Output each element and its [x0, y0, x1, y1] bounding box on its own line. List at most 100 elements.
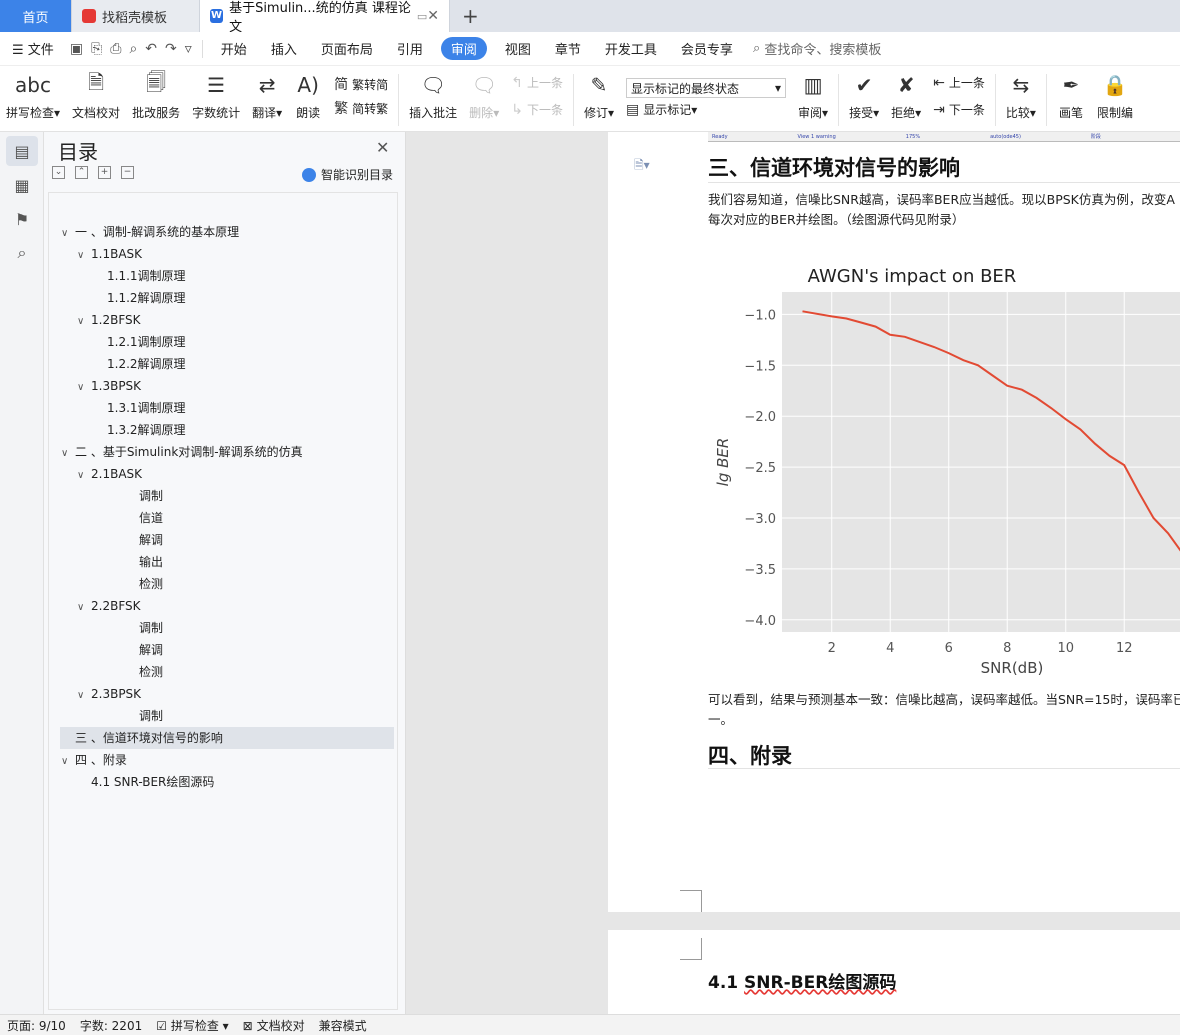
- menu-developer[interactable]: 开发工具: [593, 39, 669, 58]
- toc-item[interactable]: 1.1.1调制原理: [107, 265, 186, 287]
- collapse-all-icon[interactable]: ⌃: [75, 166, 88, 179]
- prev-comment-button[interactable]: ↰ 上一条: [511, 74, 563, 91]
- new-tab-button[interactable]: +: [450, 0, 491, 32]
- read-aloud-button[interactable]: A) 朗读: [288, 70, 328, 121]
- toc-item[interactable]: 信道: [139, 507, 163, 529]
- simp-to-trad-button[interactable]: 繁简转繁: [334, 98, 388, 118]
- command-search[interactable]: ⌕ 查找命令、搜索模板: [753, 39, 881, 58]
- toc-item[interactable]: ∨ 2.2BFSK: [77, 595, 141, 617]
- spell-check-button[interactable]: abc 拼写检查▾: [0, 70, 66, 121]
- next-comment-button[interactable]: ↳ 下一条: [511, 101, 563, 118]
- menu-chapter[interactable]: 章节: [543, 39, 593, 58]
- strip-text: 175%: [905, 133, 921, 140]
- customize-quick-access-icon[interactable]: ▿: [181, 41, 196, 57]
- close-tab-icon[interactable]: ✕: [427, 8, 439, 24]
- menu-page-layout[interactable]: 页面布局: [309, 39, 385, 58]
- menu-home[interactable]: 开始: [209, 39, 259, 58]
- translate-icon: ⇄: [258, 73, 276, 97]
- toc-item[interactable]: ∨ 1.1BASK: [77, 243, 142, 265]
- search-icon[interactable]: ⌕: [6, 238, 38, 268]
- toc-item[interactable]: 调制: [139, 617, 163, 639]
- toc-item-label: 2.2BFSK: [91, 599, 141, 613]
- toc-item[interactable]: 调制: [139, 705, 163, 727]
- restrict-editing-button[interactable]: 🔒 限制编: [1091, 70, 1139, 121]
- next-change-button[interactable]: ⇥ 下一条: [933, 101, 985, 118]
- menu-bar: ☰ 文件 ▣ ⎘ ⎙ ⌕ ↶ ↷ ▿ 开始 插入 页面布局 引用 审阅 视图 章…: [0, 32, 1180, 66]
- accept-button[interactable]: ✔ 接受▾: [843, 70, 885, 121]
- toc-item[interactable]: 检测: [139, 573, 163, 595]
- toc-item[interactable]: ∨ 二 、基于Simulink对调制-解调系统的仿真: [61, 441, 303, 463]
- expand-all-icon[interactable]: ⌄: [52, 166, 65, 179]
- tab-docer-templates[interactable]: 找稻壳模板: [72, 0, 200, 32]
- save-icon[interactable]: ▣: [66, 41, 87, 57]
- add-heading-icon[interactable]: +: [98, 166, 111, 179]
- menu-member[interactable]: 会员专享: [669, 39, 745, 58]
- toc-item[interactable]: 1.3.2解调原理: [107, 419, 186, 441]
- menu-references[interactable]: 引用: [385, 39, 435, 58]
- toc-item[interactable]: ∨ 2.1BASK: [77, 463, 142, 485]
- menu-insert[interactable]: 插入: [259, 39, 309, 58]
- toc-item[interactable]: 1.3.1调制原理: [107, 397, 186, 419]
- toc-item[interactable]: 调制: [139, 485, 163, 507]
- toc-item-label: 1.2BFSK: [91, 313, 141, 327]
- doc-check-button[interactable]: 🗎 文档校对: [66, 70, 126, 121]
- toc-item[interactable]: 输出: [139, 551, 163, 573]
- word-count-button[interactable]: ☰ 字数统计: [186, 70, 246, 121]
- toc-item[interactable]: 1.2.2解调原理: [107, 353, 186, 375]
- doc-check-status[interactable]: ⊠ 文档校对: [236, 1017, 312, 1034]
- y-axis-label: lg BER: [714, 438, 732, 487]
- toc-nav-icon[interactable]: ▤: [6, 136, 38, 166]
- window-mode-icon[interactable]: ▭: [417, 10, 427, 23]
- toc-item[interactable]: ∨ 2.3BPSK: [77, 683, 141, 705]
- document-canvas[interactable]: Ready View 1 warning 175% auto(ode45) 阶段…: [406, 132, 1180, 1014]
- translate-button[interactable]: ⇄ 翻译▾: [246, 70, 288, 121]
- word-count-indicator[interactable]: 字数: 2201: [73, 1017, 149, 1034]
- prev-change-button[interactable]: ⇤ 上一条: [933, 74, 985, 91]
- toc-item[interactable]: 解调: [139, 639, 163, 661]
- tab-home[interactable]: 首页: [0, 0, 72, 32]
- print-preview-icon[interactable]: ⌕: [125, 41, 141, 57]
- remove-heading-icon[interactable]: −: [121, 166, 134, 179]
- pen-button[interactable]: ✒ 画笔: [1051, 70, 1091, 121]
- toc-item[interactable]: ∨ 一 、调制-解调系统的基本原理: [61, 221, 239, 243]
- track-changes-button[interactable]: ✎ 修订▾: [578, 70, 620, 121]
- page-indicator[interactable]: 页面: 9/10: [0, 1017, 73, 1034]
- show-markup-button[interactable]: ▤ 显示标记 ▾: [626, 101, 786, 118]
- markup-state-select[interactable]: 显示标记的最终状态 ▾: [626, 78, 787, 98]
- trad-to-simp-button[interactable]: 简繁转简: [334, 74, 388, 94]
- batch-correct-button[interactable]: 🗐 批改服务: [126, 70, 186, 121]
- toc-item[interactable]: 解调: [139, 529, 163, 551]
- strip-text: 阶段: [1090, 134, 1101, 140]
- toc-item-selected[interactable]: 三 、信道环境对信号的影响: [60, 727, 394, 749]
- insert-comment-button[interactable]: 🗨 插入批注: [403, 70, 463, 121]
- export-icon[interactable]: ⎘: [87, 41, 106, 57]
- x-tick-label: 10: [1057, 641, 1074, 656]
- toc-item[interactable]: ∨ 1.2BFSK: [77, 309, 141, 331]
- redo-icon[interactable]: ↷: [161, 41, 181, 57]
- toc-item[interactable]: 4.1 SNR-BER绘图源码: [91, 771, 214, 793]
- toc-item[interactable]: ∨ 四 、附录: [61, 749, 127, 771]
- paragraph-options-icon[interactable]: 🗎▾: [634, 156, 650, 177]
- toc-item-label: 1.1.1调制原理: [107, 269, 186, 283]
- spell-check-status[interactable]: ☑ 拼写检查 ▾: [149, 1017, 235, 1034]
- tab-document[interactable]: W 基于Simulin...统的仿真 课程论文 ▭ ✕: [200, 0, 450, 35]
- compare-button[interactable]: ⇆ 比较▾: [1000, 70, 1042, 121]
- bookmark-icon[interactable]: ⚑: [6, 204, 38, 234]
- print-icon[interactable]: ⎙: [106, 41, 125, 57]
- smart-toc-button[interactable]: 智能识别目录: [302, 166, 393, 183]
- toc-item[interactable]: 1.1.2解调原理: [107, 287, 186, 309]
- close-icon[interactable]: ✕: [376, 138, 389, 157]
- chapter-nav-icon[interactable]: ▦: [6, 170, 38, 200]
- delete-comment-button[interactable]: 🗨 删除▾: [463, 70, 505, 121]
- file-menu[interactable]: ☰ 文件: [0, 39, 66, 58]
- paragraph-line: 可以看到，结果与预测基本一致：信噪比越高，误码率越低。当SNR=15时，误码率已: [708, 692, 1180, 707]
- review-pane-button[interactable]: ▥ 审阅▾: [792, 70, 834, 121]
- subsection-title: SNR-BER绘图源码: [744, 973, 897, 993]
- menu-view[interactable]: 视图: [493, 39, 543, 58]
- toc-item[interactable]: 检测: [139, 661, 163, 683]
- undo-icon[interactable]: ↶: [141, 41, 161, 57]
- toc-item[interactable]: ∨ 1.3BPSK: [77, 375, 141, 397]
- reject-button[interactable]: ✘ 拒绝▾: [885, 70, 927, 121]
- menu-review[interactable]: 审阅: [440, 37, 487, 60]
- toc-item[interactable]: 1.2.1调制原理: [107, 331, 186, 353]
